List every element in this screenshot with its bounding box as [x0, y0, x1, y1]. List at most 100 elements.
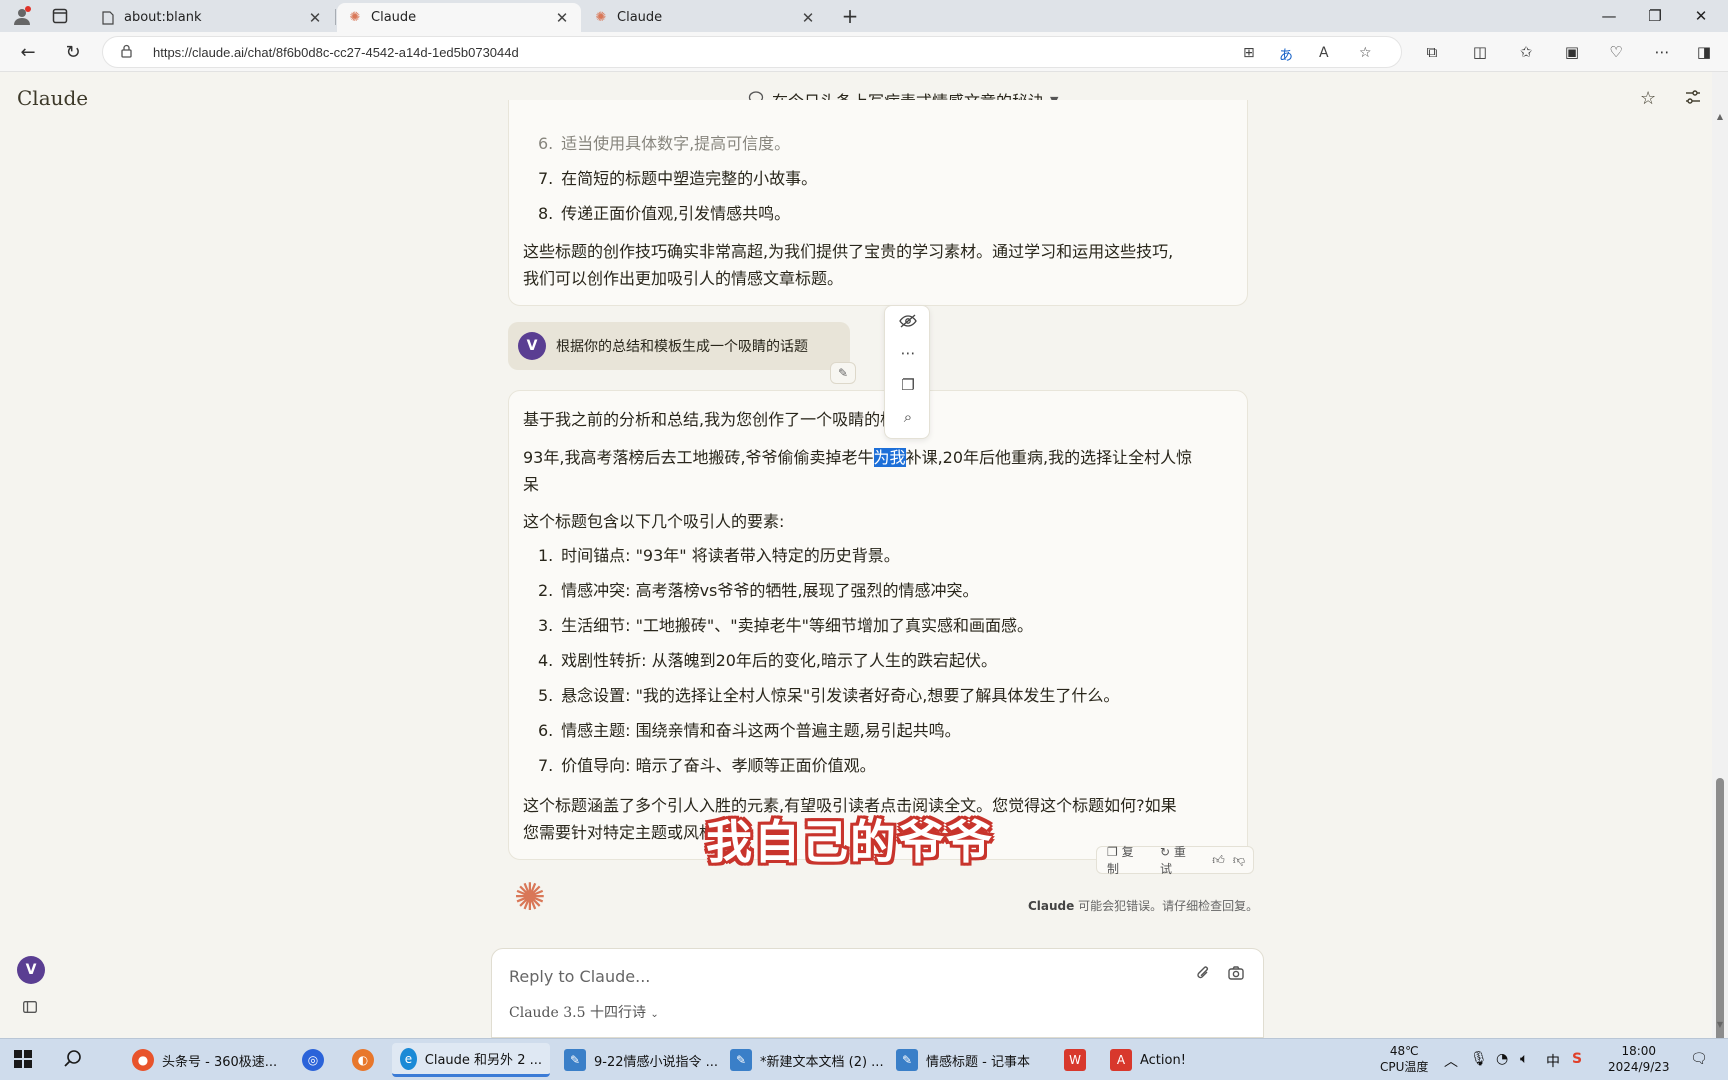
- minimize-icon[interactable]: —: [1586, 0, 1632, 32]
- translate-icon[interactable]: あ: [1279, 45, 1293, 65]
- tab-claude[interactable]: ✺ Claude ✕: [583, 3, 827, 32]
- browser-360-icon: ●: [132, 1049, 154, 1071]
- reload-icon[interactable]: ↻: [58, 38, 88, 66]
- summary-paragraph: 这些标题的创作技巧确实非常高超,为我们提供了宝贵的学习素材。通过学习和运用这些技…: [523, 242, 1174, 261]
- wps-icon: W: [1064, 1049, 1086, 1071]
- edit-pencil-icon[interactable]: ✎: [830, 362, 856, 384]
- list-item: 8. 传递正面价值观,引发情感共鸣。: [538, 204, 791, 223]
- reply-composer[interactable]: Reply to Claude... Claude 3.5 十四行诗 ⌄: [491, 948, 1264, 1038]
- more-icon[interactable]: ⋯: [885, 344, 931, 362]
- chevron-down-icon: ⌄: [650, 1009, 659, 1020]
- window-close-icon[interactable]: ✕: [1678, 0, 1724, 32]
- microphone-icon[interactable]: 🎙︎: [1470, 1051, 1488, 1067]
- collections-icon[interactable]: ▣: [1560, 40, 1584, 64]
- response-intro: 基于我之前的分析和总结,我为您创作了一个吸睛的标题:: [523, 410, 918, 429]
- favorites-icon[interactable]: ✩: [1514, 40, 1538, 64]
- page-scrollbar[interactable]: ▲ ▼: [1712, 72, 1728, 1078]
- summary-paragraph: 我们可以创作出更加吸引人的情感文章标题。: [523, 269, 844, 288]
- ime-indicator[interactable]: 中: [1546, 1051, 1560, 1071]
- volume-icon[interactable]: 🔈︎: [1520, 1051, 1528, 1067]
- list-item: 6. 情感主题: 围绕亲情和奋斗这两个普遍主题,易引起共鸣。: [538, 721, 961, 740]
- restore-icon[interactable]: ❐: [1632, 0, 1678, 32]
- notepad-icon: ✎: [730, 1049, 752, 1071]
- message-actions: ❐ 复制 ↻ 重试 👍︎ 👎︎: [1096, 843, 1254, 877]
- tab-actions-icon[interactable]: [48, 5, 72, 27]
- extensions-icon[interactable]: ⧉: [1420, 40, 1444, 64]
- address-bar[interactable]: https://claude.ai/chat/8f6b0d8c-cc27-454…: [102, 36, 1402, 68]
- text-selection[interactable]: 为我: [873, 448, 906, 467]
- firefox-icon: ◐: [352, 1049, 374, 1071]
- close-icon[interactable]: ✕: [799, 9, 817, 27]
- camera-icon[interactable]: [1228, 965, 1244, 984]
- read-aloud-icon[interactable]: A: [1319, 45, 1329, 61]
- star-icon[interactable]: ☆: [1640, 88, 1656, 109]
- paperclip-icon[interactable]: [1196, 965, 1210, 985]
- wifi-icon[interactable]: ◔: [1496, 1051, 1508, 1067]
- selection-toolbar: ⋯ ❐ ⌕: [884, 305, 930, 439]
- hide-eye-icon[interactable]: [885, 314, 931, 332]
- browser-essentials-icon[interactable]: ♡: [1604, 40, 1628, 64]
- windows-start-icon[interactable]: [14, 1049, 32, 1073]
- list-item: 5. 悬念设置: "我的选择让全村人惊呆"引发读者好奇心,想要了解具体发生了什么…: [538, 686, 1120, 705]
- tab-claude-active[interactable]: ✺ Claude ✕: [337, 3, 581, 32]
- taskbar-app-notepad-2[interactable]: ✎ *新建文本文档 (2) ...: [722, 1043, 892, 1077]
- claude-icon: ✺: [349, 10, 361, 25]
- chevron-up-icon[interactable]: ︿: [1444, 1051, 1458, 1071]
- scroll-down-icon[interactable]: ▼: [1712, 1020, 1728, 1029]
- taskbar-app-wps[interactable]: W: [1056, 1043, 1102, 1077]
- taskbar-app-chrome[interactable]: ◎: [294, 1043, 340, 1077]
- more-menu-icon[interactable]: ⋯: [1650, 40, 1674, 64]
- thumbs-up-icon[interactable]: 👍︎: [1212, 853, 1225, 868]
- system-clock[interactable]: 18:00 2024/9/23: [1608, 1043, 1670, 1075]
- taskbar-app-edge[interactable]: e Claude 和另外 2 ...: [392, 1043, 550, 1077]
- new-tab-icon[interactable]: +: [838, 4, 862, 28]
- claude-icon: ✺: [595, 10, 607, 25]
- generated-headline: 93年,我高考落榜后去工地搬砖,爷爷偷偷卖掉老牛为我补课,20年后他重病,我的选…: [523, 448, 1193, 467]
- notepad-icon: ✎: [564, 1049, 586, 1071]
- search-icon[interactable]: [64, 1049, 82, 1072]
- taskbar-app-notepad-1[interactable]: ✎ 9-22情感小说指令 ...: [556, 1043, 726, 1077]
- tab-title: about:blank: [124, 10, 202, 25]
- sidebar-toggle-icon[interactable]: ◨: [1692, 40, 1716, 64]
- retry-button[interactable]: ↻ 重试: [1160, 843, 1204, 877]
- settings-sliders-icon[interactable]: [1684, 88, 1702, 111]
- scroll-up-icon[interactable]: ▲: [1712, 112, 1728, 121]
- search-icon[interactable]: ⌕: [885, 408, 931, 426]
- thumbs-down-icon[interactable]: 👎︎: [1233, 853, 1245, 868]
- copy-button[interactable]: ❐ 复制: [1107, 843, 1152, 877]
- reply-input[interactable]: Reply to Claude...: [509, 967, 650, 986]
- scroll-thumb[interactable]: [1716, 778, 1724, 1078]
- back-icon[interactable]: ←: [13, 38, 43, 66]
- user-message-text: 根据你的总结和模板生成一个吸睛的话题: [556, 339, 808, 355]
- user-message: V 根据你的总结和模板生成一个吸睛的话题: [508, 322, 850, 370]
- brand-logo[interactable]: Claude: [17, 86, 88, 110]
- page-icon: [100, 10, 116, 26]
- copy-icon[interactable]: ❐: [885, 376, 931, 394]
- url-text[interactable]: https://claude.ai/chat/8f6b0d8c-cc27-454…: [153, 45, 519, 60]
- taskbar-app-action[interactable]: A Action!: [1102, 1043, 1194, 1077]
- taskbar-app-360-browser[interactable]: ● 头条号 - 360极速...: [124, 1043, 285, 1077]
- video-caption-overlay: 我自己的爷爷: [706, 815, 994, 869]
- close-icon[interactable]: ✕: [306, 9, 324, 27]
- split-screen-icon[interactable]: ◫: [1468, 40, 1492, 64]
- sidebar-user-avatar[interactable]: V: [17, 956, 45, 984]
- list-item: 2. 情感冲突: 高考落榜vs爷爷的牺牲,展现了强烈的情感冲突。: [538, 581, 979, 600]
- app-available-icon[interactable]: ⊞: [1243, 45, 1255, 61]
- taskbar-app-notepad-3[interactable]: ✎ 情感标题 - 记事本: [888, 1043, 1038, 1077]
- taskbar-app-firefox[interactable]: ◐: [344, 1043, 390, 1077]
- sogou-ime-icon[interactable]: S: [1572, 1051, 1582, 1067]
- address-bar-row: ← ↻ https://claude.ai/chat/8f6b0d8c-cc27…: [0, 32, 1728, 72]
- notification-icon[interactable]: 🗨︎: [1690, 1051, 1708, 1067]
- model-selector[interactable]: Claude 3.5 十四行诗 ⌄: [509, 1002, 659, 1022]
- close-icon[interactable]: ✕: [553, 9, 571, 27]
- profile-icon[interactable]: [10, 5, 34, 27]
- list-item: 3. 生活细节: "工地搬砖"、"卖掉老牛"等细节增加了真实感和画面感。: [538, 616, 1034, 635]
- notepad-icon: ✎: [896, 1049, 918, 1071]
- sidebar-panel-icon[interactable]: [23, 1001, 37, 1017]
- tab-about-blank[interactable]: about:blank ✕: [90, 3, 334, 32]
- claude-spark-icon: ✺: [514, 875, 546, 919]
- favorite-star-icon[interactable]: ☆: [1359, 45, 1372, 61]
- avatar: V: [518, 332, 546, 360]
- cpu-temperature[interactable]: 48℃ CPU温度: [1380, 1043, 1428, 1075]
- list-item: 7. 在简短的标题中塑造完整的小故事。: [538, 169, 818, 188]
